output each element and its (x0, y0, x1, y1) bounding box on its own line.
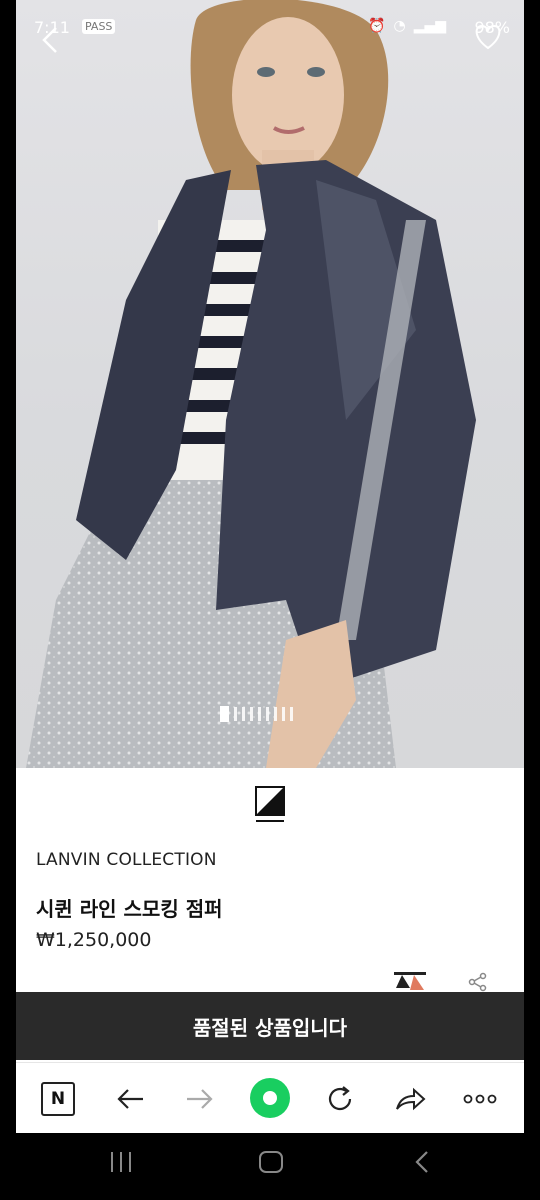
carousel-dot[interactable] (282, 707, 285, 721)
naver-icon[interactable]: N (40, 1081, 76, 1117)
home-icon[interactable] (258, 1150, 284, 1180)
model-photo (26, 0, 476, 768)
screen: 7:11 PASS ⏰ ◔ ▂▄▆ 98% LANVIN COLLECTION … (16, 0, 524, 1133)
back-icon[interactable] (34, 22, 70, 58)
carousel-dot[interactable] (290, 707, 293, 721)
back-arrow-icon[interactable] (112, 1081, 148, 1117)
share-arrow-icon[interactable] (392, 1081, 428, 1117)
refresh-icon[interactable] (322, 1081, 358, 1117)
status-bar: 7:11 PASS ⏰ ◔ ▂▄▆ 98% (16, 0, 524, 58)
carousel-dot[interactable] (234, 707, 237, 721)
product-name: 시퀸 라인 스모킹 점퍼 (36, 897, 223, 921)
wifi-icon: ◔ (393, 18, 406, 34)
brand-logo-icon[interactable] (255, 786, 285, 824)
pass-app-icon: PASS (82, 19, 116, 34)
alarm-icon: ⏰ (368, 18, 386, 34)
system-back-icon[interactable] (412, 1150, 432, 1180)
recent-apps-icon[interactable] (108, 1150, 134, 1180)
forward-arrow-icon[interactable] (182, 1081, 218, 1117)
home-circle-icon[interactable] (250, 1078, 290, 1118)
carousel-indicator (220, 706, 293, 722)
carousel-dot[interactable] (258, 707, 261, 721)
carousel-dot[interactable] (266, 707, 269, 721)
heart-icon[interactable] (470, 18, 506, 54)
status-notification-icons: PASS (82, 19, 116, 34)
signal-icon: ▂▄▆ (413, 18, 446, 34)
naver-letter: N (41, 1082, 75, 1116)
browser-toolbar: N (16, 1062, 524, 1133)
product-image[interactable]: 7:11 PASS ⏰ ◔ ▂▄▆ 98% (16, 0, 524, 768)
carousel-dot[interactable] (242, 707, 245, 721)
carousel-dot[interactable] (220, 706, 229, 722)
carousel-dot[interactable] (250, 707, 253, 721)
product-price: ₩1,250,000 (36, 929, 152, 951)
carousel-dot[interactable] (274, 707, 277, 721)
clothes-rack-icon[interactable] (392, 970, 428, 992)
more-icon[interactable] (462, 1081, 498, 1117)
share-icon[interactable] (468, 972, 488, 992)
brand-name[interactable]: LANVIN COLLECTION (36, 850, 217, 870)
status-system-icons: ⏰ ◔ ▂▄▆ (368, 18, 446, 34)
sold-out-bar: 품절된 상품입니다 (16, 992, 524, 1060)
